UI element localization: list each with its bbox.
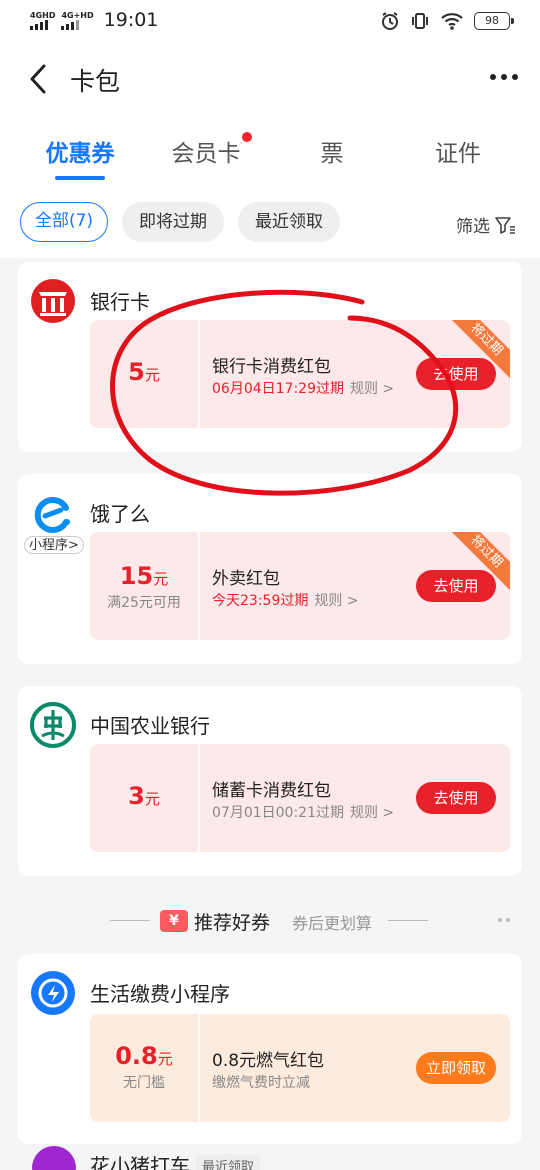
wifi-icon <box>441 13 463 30</box>
battery-icon: 98 <box>474 12 514 30</box>
divider <box>110 920 150 921</box>
filter-chip-all[interactable]: 全部(7) <box>20 202 108 242</box>
filter-button[interactable]: 筛选 <box>456 212 516 237</box>
coupon-amount: 5元 <box>128 358 160 386</box>
merchant-name: 银行卡 <box>90 290 150 314</box>
filter-bar: 全部(7) 即将过期 最近领取 筛选 <box>0 188 540 258</box>
coupon-yen-icon: ¥ <box>160 910 188 932</box>
notification-dot <box>242 132 252 142</box>
divider <box>388 920 428 921</box>
coupon-info-box: 银行卡消费红包 06月04日17:29过期 规则 > 去使用 将过期 <box>200 320 510 428</box>
coupon-condition: 满25元可用 <box>107 595 181 611</box>
coupon-card-eleme: 小程序> 饿了么 15元 满25元可用 外卖红包 今天23:59过期 规则 > 去… <box>18 474 522 664</box>
nav-bar: 卡包 <box>0 44 540 114</box>
coupon-item[interactable]: 0.8元 无门槛 0.8元燃气红包 缴燃气费时立减 立即领取 <box>90 1014 510 1122</box>
coupon-amount-box: 3元 <box>90 744 198 852</box>
coupon-amount-box: 5元 <box>90 320 198 428</box>
status-time: 19:01 <box>103 9 159 31</box>
tab-certificates[interactable]: 证件 <box>398 134 518 168</box>
coupon-card-abc: 中国农业银行 3元 储蓄卡消费红包 07月01日00:21过期 规则 > 去使用 <box>18 686 522 876</box>
tab-coupons[interactable]: 优惠券 <box>20 134 140 168</box>
recommend-card-utility: 生活缴费小程序 0.8元 无门槛 0.8元燃气红包 缴燃气费时立减 立即领取 <box>18 954 522 1144</box>
recent-tag: 最近领取 <box>196 1154 261 1170</box>
filter-chip-expiring[interactable]: 即将过期 <box>122 202 224 242</box>
merchant-name: 花小猪打车 <box>90 1154 190 1170</box>
recommend-header: ¥ 推荐好券 券后更划算 <box>0 900 540 940</box>
coupon-amount-box: 15元 满25元可用 <box>90 532 198 640</box>
merchant-name: 饿了么 <box>90 502 150 526</box>
use-button[interactable]: 去使用 <box>416 570 496 602</box>
rule-link[interactable]: 规则 > <box>314 593 358 609</box>
eleme-logo-icon <box>34 497 70 533</box>
coupon-expire: 06月04日17:29过期 规则 > <box>212 381 395 397</box>
abc-bank-logo-icon <box>30 702 76 748</box>
coupon-title: 0.8元燃气红包 <box>212 1051 325 1071</box>
coupon-title: 外卖红包 <box>212 569 280 589</box>
tab-bar: 优惠券 会员卡 票 证件 <box>0 114 540 188</box>
signal-sim1-icon: 4GHD <box>30 11 55 30</box>
coupon-amount: 0.8元 <box>115 1042 173 1070</box>
coupon-expire: 07月01日00:21过期 规则 > <box>212 805 395 821</box>
tab-underline <box>55 176 105 180</box>
coupon-info-box: 储蓄卡消费红包 07月01日00:21过期 规则 > 去使用 <box>200 744 510 852</box>
merchant-name: 生活缴费小程序 <box>90 982 230 1006</box>
huaxiaozhu-logo-icon <box>32 1146 76 1170</box>
status-bar: 4GHD 4G+HD 19:01 98 <box>0 0 540 44</box>
rule-link[interactable]: 规则 > <box>350 805 394 821</box>
coupon-amount-box: 0.8元 无门槛 <box>90 1014 198 1122</box>
bank-logo-icon <box>31 279 75 323</box>
coupon-item[interactable]: 3元 储蓄卡消费红包 07月01日00:21过期 规则 > 去使用 <box>90 744 510 852</box>
signal-sim2-icon: 4G+HD <box>61 10 94 30</box>
merchant-name: 中国农业银行 <box>90 714 210 738</box>
filter-chip-recent[interactable]: 最近领取 <box>238 202 340 242</box>
alarm-icon <box>382 12 398 30</box>
vibrate-icon <box>412 13 428 29</box>
coupon-title: 银行卡消费红包 <box>212 357 331 377</box>
sim1-label: 4GHD <box>30 10 56 20</box>
more-dots-icon[interactable] <box>498 918 510 922</box>
filter-label: 筛选 <box>456 217 490 237</box>
tab-tickets[interactable]: 票 <box>272 134 392 168</box>
rule-link[interactable]: 规则 > <box>350 381 394 397</box>
funnel-icon <box>495 216 515 234</box>
coupon-description: 缴燃气费时立减 <box>212 1075 310 1091</box>
coupon-amount: 15元 <box>119 562 169 590</box>
use-button[interactable]: 去使用 <box>416 782 496 814</box>
page-title: 卡包 <box>70 67 121 96</box>
coupon-expire: 今天23:59过期 规则 > <box>212 593 359 609</box>
mini-program-tag[interactable]: 小程序> <box>24 536 84 554</box>
use-button[interactable]: 去使用 <box>416 358 496 390</box>
coupon-info-box: 0.8元燃气红包 缴燃气费时立减 立即领取 <box>200 1014 510 1122</box>
coupon-item[interactable]: 5元 银行卡消费红包 06月04日17:29过期 规则 > 去使用 将过期 <box>90 320 510 428</box>
coupon-condition: 无门槛 <box>123 1075 165 1091</box>
lightning-logo-icon <box>31 971 75 1015</box>
coupon-amount: 3元 <box>128 782 160 810</box>
recommend-title: 推荐好券 <box>194 912 271 934</box>
recommend-subtitle: 券后更划算 <box>292 914 373 933</box>
coupon-card-bank: 银行卡 5元 银行卡消费红包 06月04日17:29过期 规则 > 去使用 将过期 <box>18 262 522 452</box>
coupon-title: 储蓄卡消费红包 <box>212 781 331 801</box>
claim-button[interactable]: 立即领取 <box>416 1052 496 1084</box>
chevron-left-icon[interactable] <box>24 62 54 96</box>
sim2-label: 4G+HD <box>61 10 94 20</box>
coupon-item[interactable]: 15元 满25元可用 外卖红包 今天23:59过期 规则 > 去使用 将过期 <box>90 532 510 640</box>
coupon-info-box: 外卖红包 今天23:59过期 规则 > 去使用 将过期 <box>200 532 510 640</box>
more-dots-icon[interactable] <box>490 74 518 80</box>
